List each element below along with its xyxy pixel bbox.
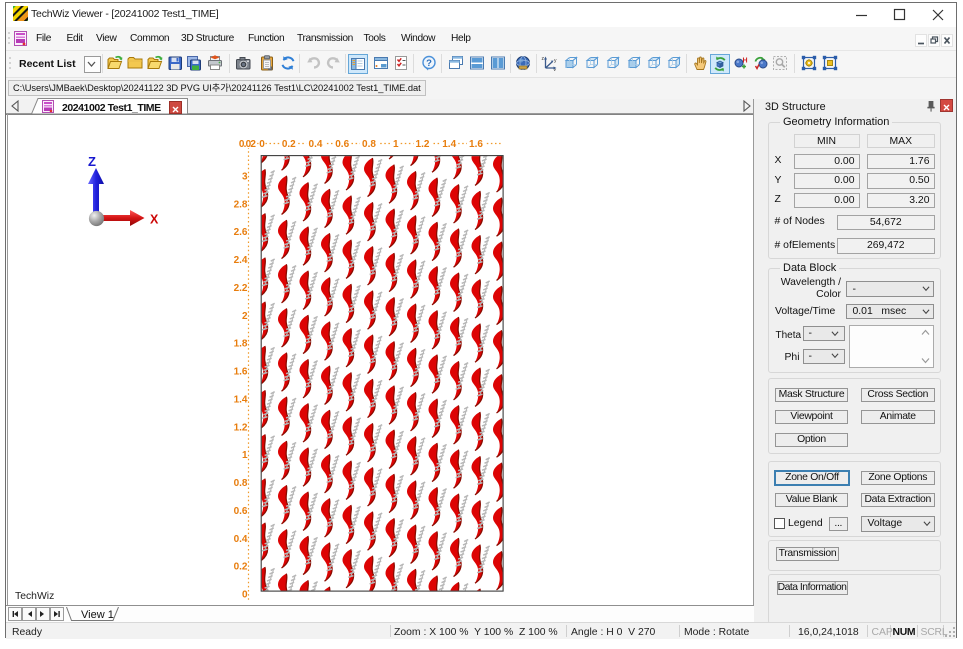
svg-text:2.6: 2.6 xyxy=(234,227,248,238)
svg-text:0.8: 0.8 xyxy=(362,139,376,150)
svg-text:2: 2 xyxy=(242,311,248,322)
svg-text:0.6: 0.6 xyxy=(234,506,248,517)
svg-text:1.8: 1.8 xyxy=(234,339,248,350)
svg-text:1: 1 xyxy=(393,139,399,150)
svg-text:3: 3 xyxy=(242,172,248,183)
svg-text:0.2: 0.2 xyxy=(234,562,248,573)
svg-text:1: 1 xyxy=(242,450,248,461)
svg-text:1.4: 1.4 xyxy=(234,394,248,405)
svg-text:0.4: 0.4 xyxy=(234,534,248,545)
svg-text:0.02: 0.02 xyxy=(239,139,257,150)
svg-text:View 1: View 1 xyxy=(81,609,114,621)
svg-text:X: X xyxy=(150,213,159,227)
svg-text:0.6: 0.6 xyxy=(335,139,349,150)
svg-text:Z: Z xyxy=(88,154,96,169)
svg-text:0: 0 xyxy=(259,139,265,150)
svg-text:1.4: 1.4 xyxy=(442,139,456,150)
svg-text:2.8: 2.8 xyxy=(234,199,248,210)
svg-text:0.2: 0.2 xyxy=(282,139,296,150)
svg-text:0.4: 0.4 xyxy=(309,139,323,150)
svg-text:1.6: 1.6 xyxy=(234,367,248,378)
svg-text:2.4: 2.4 xyxy=(234,255,248,266)
svg-text:2.2: 2.2 xyxy=(234,283,248,294)
svg-text:0.8: 0.8 xyxy=(234,478,248,489)
svg-text:1.2: 1.2 xyxy=(234,422,248,433)
svg-text:0: 0 xyxy=(242,590,248,601)
svg-text:1.2: 1.2 xyxy=(416,139,430,150)
svg-text:1.6: 1.6 xyxy=(469,139,483,150)
